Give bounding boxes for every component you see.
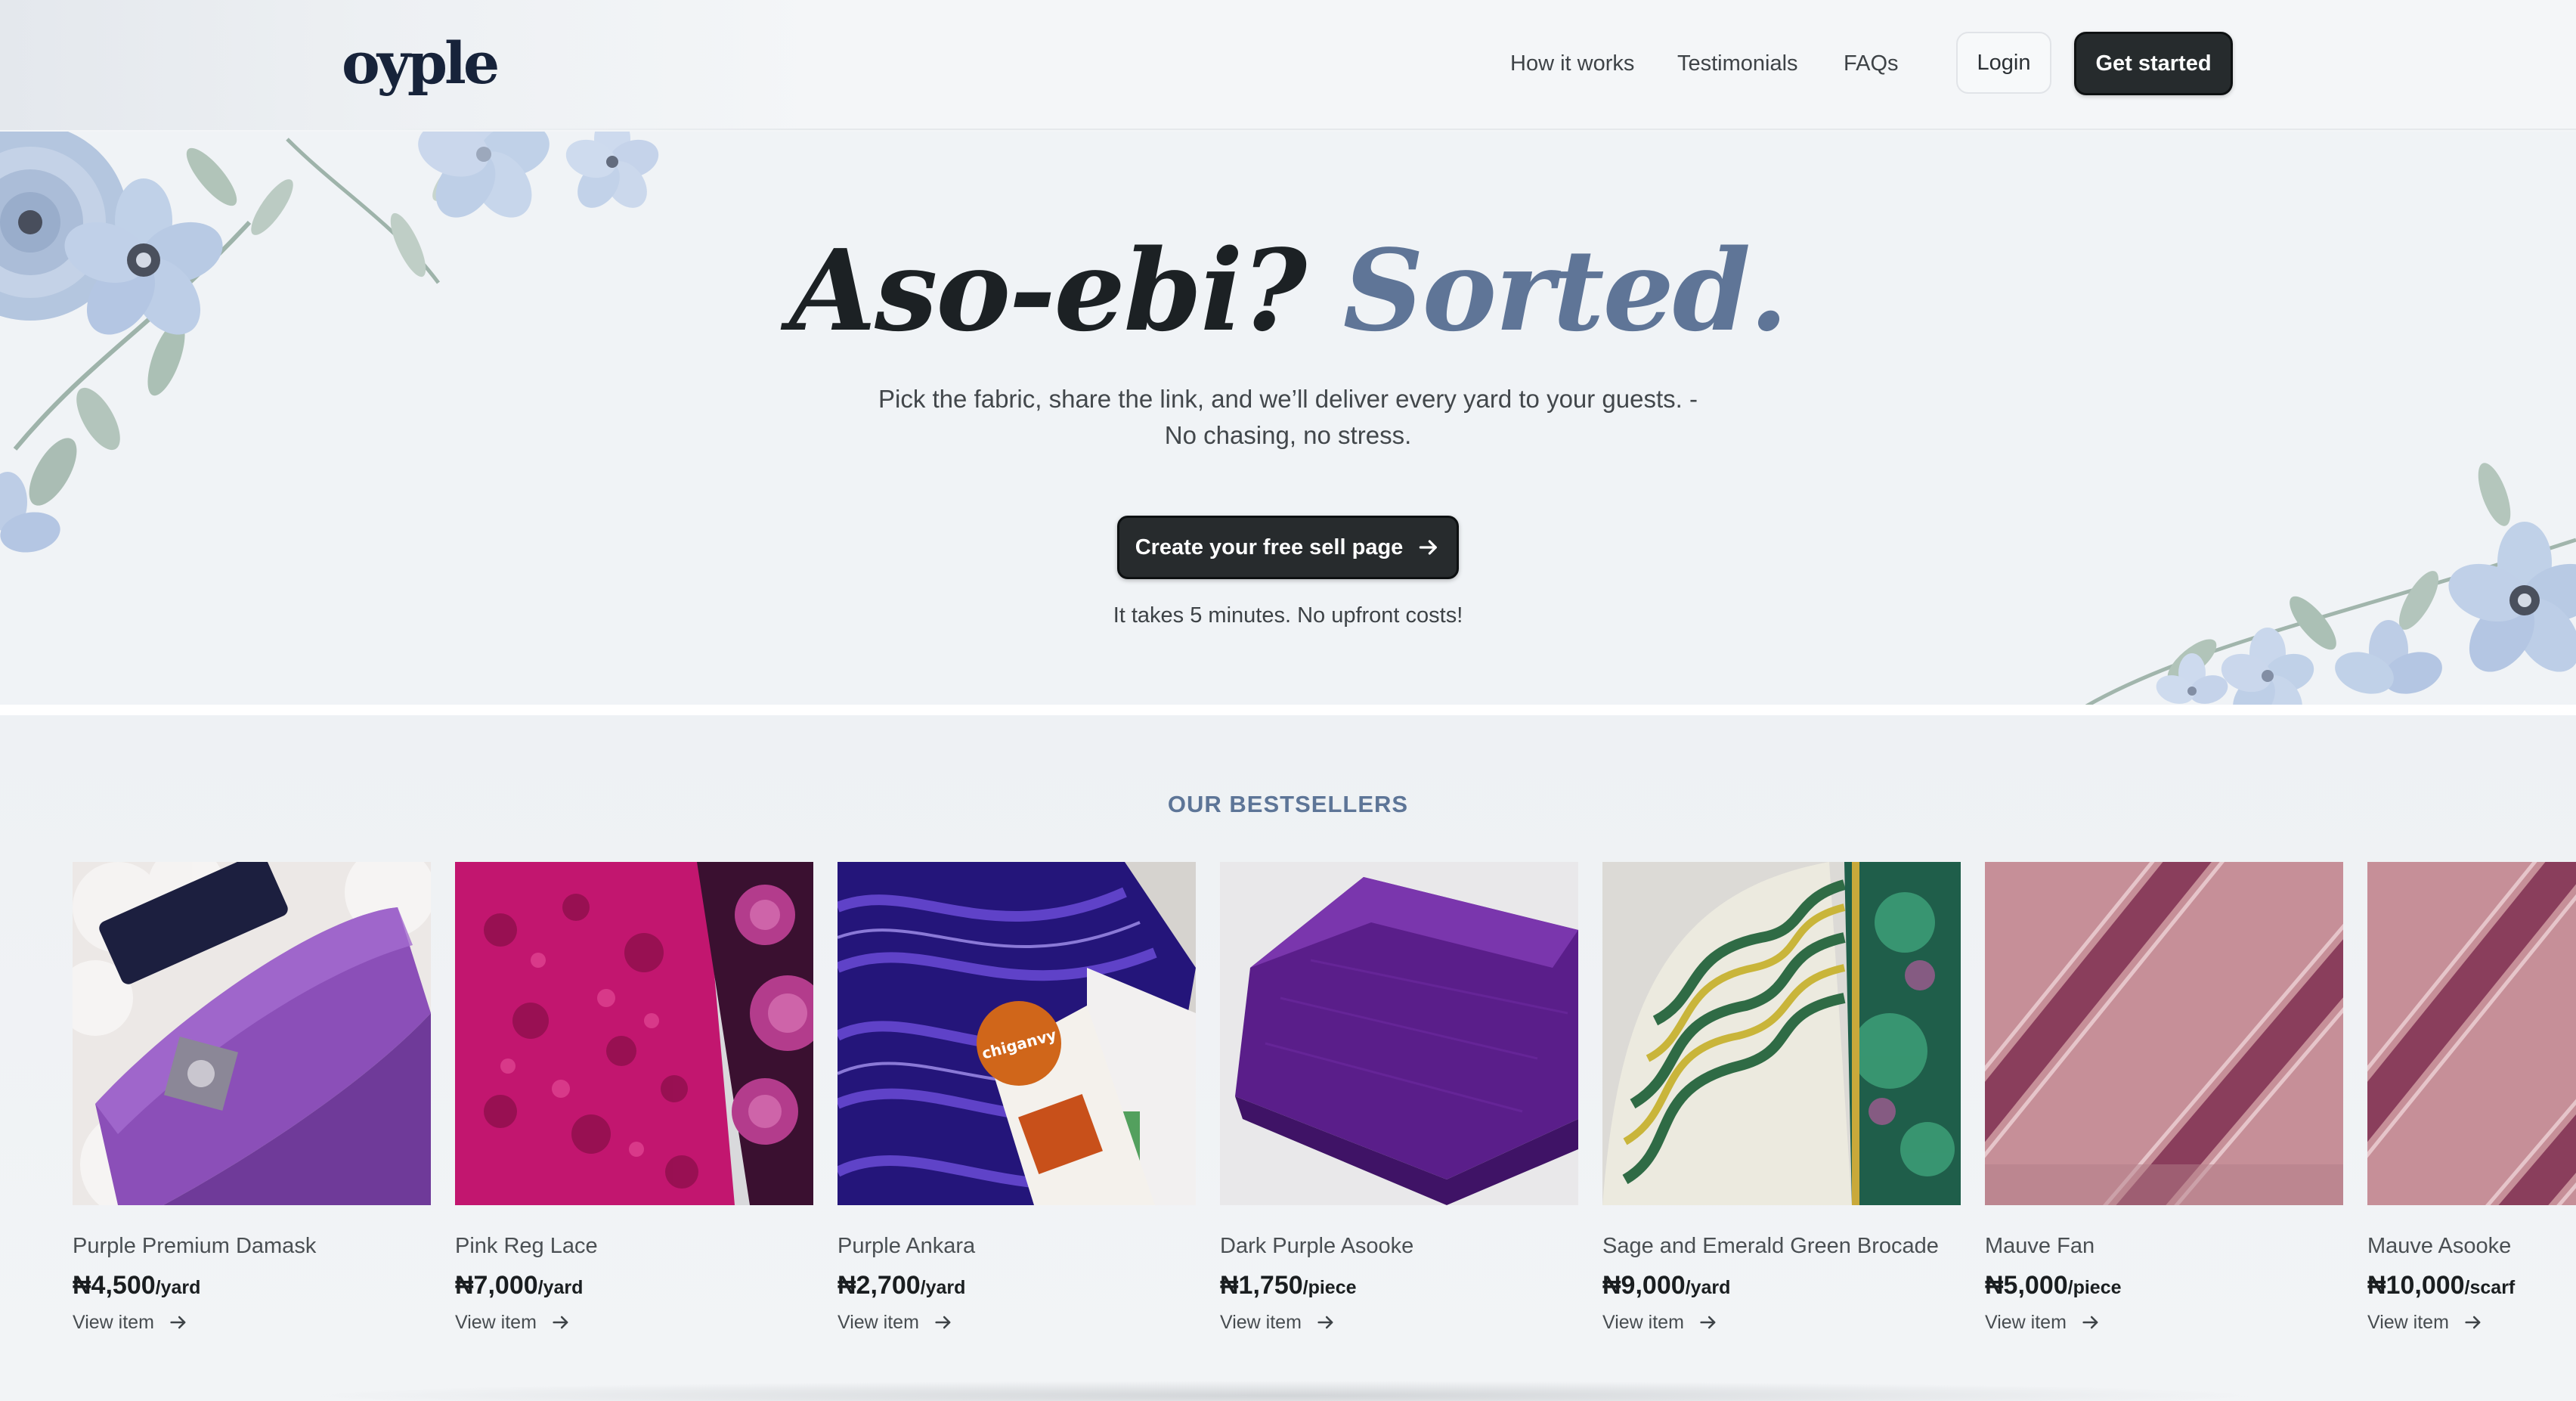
view-item-link[interactable]: View item — [1985, 1309, 2343, 1336]
hero-section: Aso-ebi? Sorted. Pick the fabric, share … — [0, 132, 2576, 705]
product-price: ₦5,000/piece — [1985, 1270, 2343, 1306]
view-item-link[interactable]: View item — [838, 1309, 1196, 1336]
price-unit: /yard — [155, 1277, 201, 1298]
product-name: Mauve Asooke — [2367, 1234, 2512, 1258]
product-price: ₦2,700/yard — [838, 1270, 1196, 1306]
price-unit: /yard — [537, 1277, 584, 1298]
view-item-link[interactable]: View item — [1602, 1309, 1961, 1336]
product-name: Mauve Fan — [1985, 1234, 2095, 1258]
site-header: oyple How it works Testimonials FAQs Log… — [0, 0, 2576, 130]
product-image[interactable]: chiganvy — [838, 862, 1196, 1205]
product-name: Sage and Emerald Green Brocade — [1602, 1234, 1939, 1258]
product-card[interactable]: Pink Reg Lace ₦7,000/yard View item — [455, 862, 813, 1336]
bestsellers-heading: OUR BESTSELLERS — [1167, 791, 1409, 817]
product-card[interactable]: Dark Purple Asooke ₦1,750/piece View ite… — [1220, 862, 1578, 1336]
product-name: Dark Purple Asooke — [1220, 1234, 1414, 1258]
create-sell-page-label: Create your free sell page — [1135, 535, 1404, 559]
nav-link-how-it-works[interactable]: How it works — [1510, 48, 1634, 79]
arrow-right-icon — [2465, 1316, 2481, 1329]
product-card[interactable]: Mauve Fan ₦5,000/piece View item — [1985, 862, 2343, 1336]
view-item-label: View item — [1220, 1312, 1302, 1333]
view-item-link[interactable]: View item — [2367, 1309, 2576, 1336]
price-amount: ₦9,000 — [1602, 1271, 1686, 1300]
hero-subtitle-line2: No chasing, no stress. — [1164, 421, 1412, 449]
product-image[interactable] — [73, 862, 431, 1205]
price-amount: ₦5,000 — [1985, 1271, 2068, 1300]
floral-decoration-right — [2085, 463, 2576, 705]
price-amount: ₦7,000 — [455, 1271, 538, 1300]
price-unit: /scarf — [2464, 1277, 2516, 1298]
bestsellers-section: OUR BESTSELLERS Purple Premium Damask ₦4… — [0, 715, 2576, 1401]
product-price: ₦9,000/yard — [1602, 1270, 1961, 1306]
view-item-link[interactable]: View item — [455, 1309, 813, 1336]
product-name: Pink Reg Lace — [455, 1234, 598, 1258]
login-button[interactable]: Login — [1956, 32, 2051, 94]
bottom-shadow — [302, 1381, 2268, 1401]
product-card[interactable]: Mauve Asooke ₦10,000/scarf View item — [2367, 862, 2576, 1336]
price-unit: /yard — [920, 1277, 966, 1298]
price-amount: ₦1,750 — [1220, 1271, 1303, 1300]
product-card[interactable]: Purple Premium Damask ₦4,500/yard View i… — [73, 862, 431, 1336]
price-amount: ₦2,700 — [838, 1271, 921, 1300]
view-item-link[interactable]: View item — [73, 1309, 431, 1336]
product-card[interactable]: Sage and Emerald Green Brocade ₦9,000/ya… — [1602, 862, 1961, 1336]
product-image[interactable] — [455, 862, 813, 1205]
view-item-label: View item — [1602, 1312, 1684, 1333]
floral-decoration-left — [0, 132, 659, 553]
view-item-label: View item — [455, 1312, 537, 1333]
get-started-button[interactable]: Get started — [2074, 32, 2233, 95]
product-card[interactable]: chiganvy Purple Ankara ₦2,700/yard View … — [838, 862, 1196, 1336]
hero-subtitle-line1: Pick the fabric, share the link, and we’… — [878, 385, 1698, 413]
create-sell-page-button[interactable]: Create your free sell page — [1117, 516, 1459, 579]
product-name: Purple Premium Damask — [73, 1234, 317, 1258]
view-item-label: View item — [1985, 1312, 2067, 1333]
product-image[interactable] — [1220, 862, 1578, 1205]
arrow-right-icon — [935, 1316, 951, 1329]
product-price: ₦7,000/yard — [455, 1270, 813, 1306]
price-unit: /piece — [2067, 1277, 2122, 1298]
nav-link-testimonials[interactable]: Testimonials — [1677, 48, 1798, 79]
nav-link-faqs[interactable]: FAQs — [1844, 48, 1899, 79]
view-item-label: View item — [73, 1312, 154, 1333]
arrow-right-icon — [1420, 540, 1438, 555]
arrow-right-icon — [2082, 1316, 2098, 1329]
hero-subtitle: Pick the fabric, share the link, and we’… — [831, 381, 1745, 454]
brand-logo[interactable]: oyple — [342, 27, 500, 100]
product-image[interactable] — [1985, 862, 2343, 1205]
product-name: Purple Ankara — [838, 1234, 976, 1258]
arrow-right-icon — [170, 1316, 186, 1329]
view-item-label: View item — [838, 1312, 919, 1333]
product-image[interactable] — [1602, 862, 1961, 1205]
arrow-right-icon — [553, 1316, 568, 1329]
product-price: ₦4,500/yard — [73, 1270, 431, 1306]
hero-note: It takes 5 minutes. No upfront costs! — [1113, 603, 1463, 628]
section-divider — [0, 705, 2576, 715]
price-unit: /piece — [1302, 1277, 1357, 1298]
arrow-right-icon — [1700, 1316, 1716, 1329]
product-price: ₦1,750/piece — [1220, 1270, 1578, 1306]
product-price: ₦10,000/scarf — [2367, 1270, 2576, 1306]
arrow-right-icon — [1317, 1316, 1333, 1329]
price-amount: ₦4,500 — [73, 1271, 156, 1300]
hero-title: Aso-ebi? Sorted. — [0, 222, 2576, 358]
price-amount: ₦10,000 — [2367, 1271, 2465, 1300]
hero-title-part1: Aso-ebi? — [789, 225, 1307, 356]
product-image[interactable] — [2367, 862, 2576, 1205]
view-item-link[interactable]: View item — [1220, 1309, 1578, 1336]
hero-title-part2: Sorted. — [1342, 225, 1788, 356]
price-unit: /yard — [1685, 1277, 1731, 1298]
view-item-label: View item — [2367, 1312, 2449, 1333]
